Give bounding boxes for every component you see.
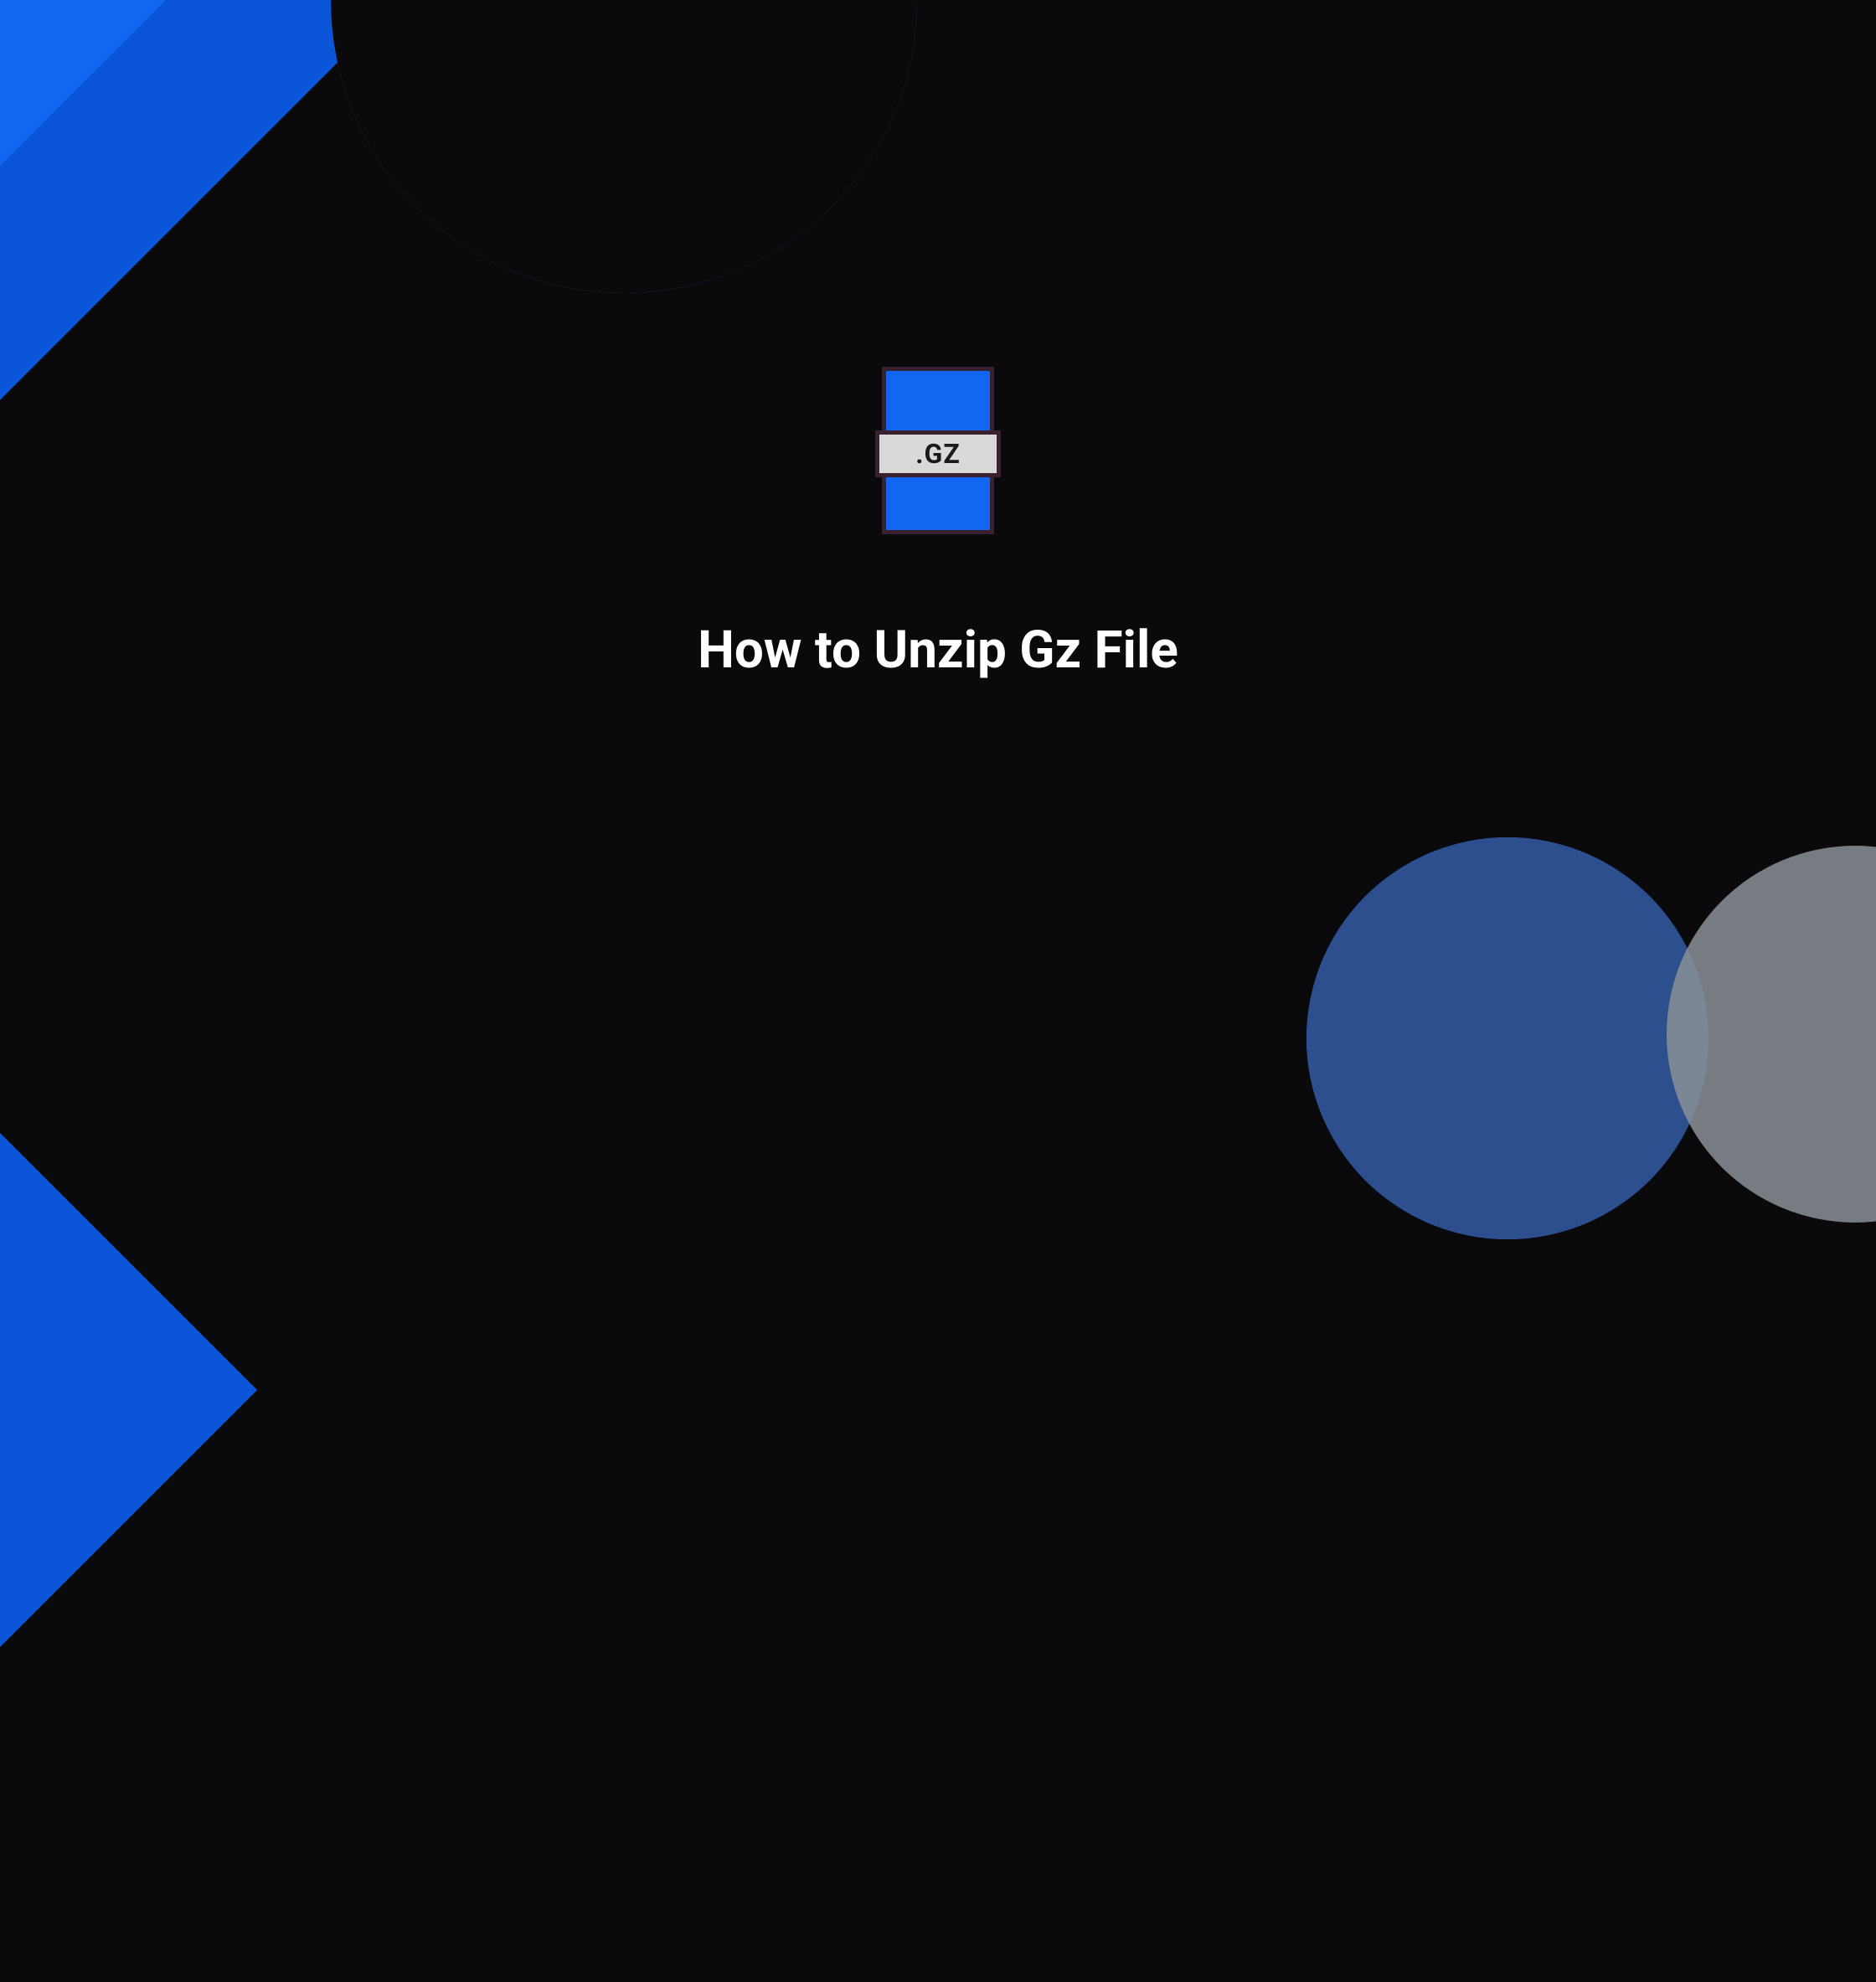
hero-banner: .GZ How to Unzip Gz File bbox=[0, 0, 1876, 1055]
decorative-stripe bbox=[0, 798, 257, 1982]
decorative-circle bbox=[331, 0, 917, 293]
gz-file-icon: .GZ bbox=[875, 367, 1001, 534]
decorative-circle bbox=[1306, 837, 1708, 1239]
file-extension-label: .GZ bbox=[915, 438, 961, 470]
file-label-band: .GZ bbox=[875, 430, 1001, 477]
page-title: How to Unzip Gz File bbox=[698, 620, 1178, 681]
decorative-stripe bbox=[1306, 837, 1708, 1239]
